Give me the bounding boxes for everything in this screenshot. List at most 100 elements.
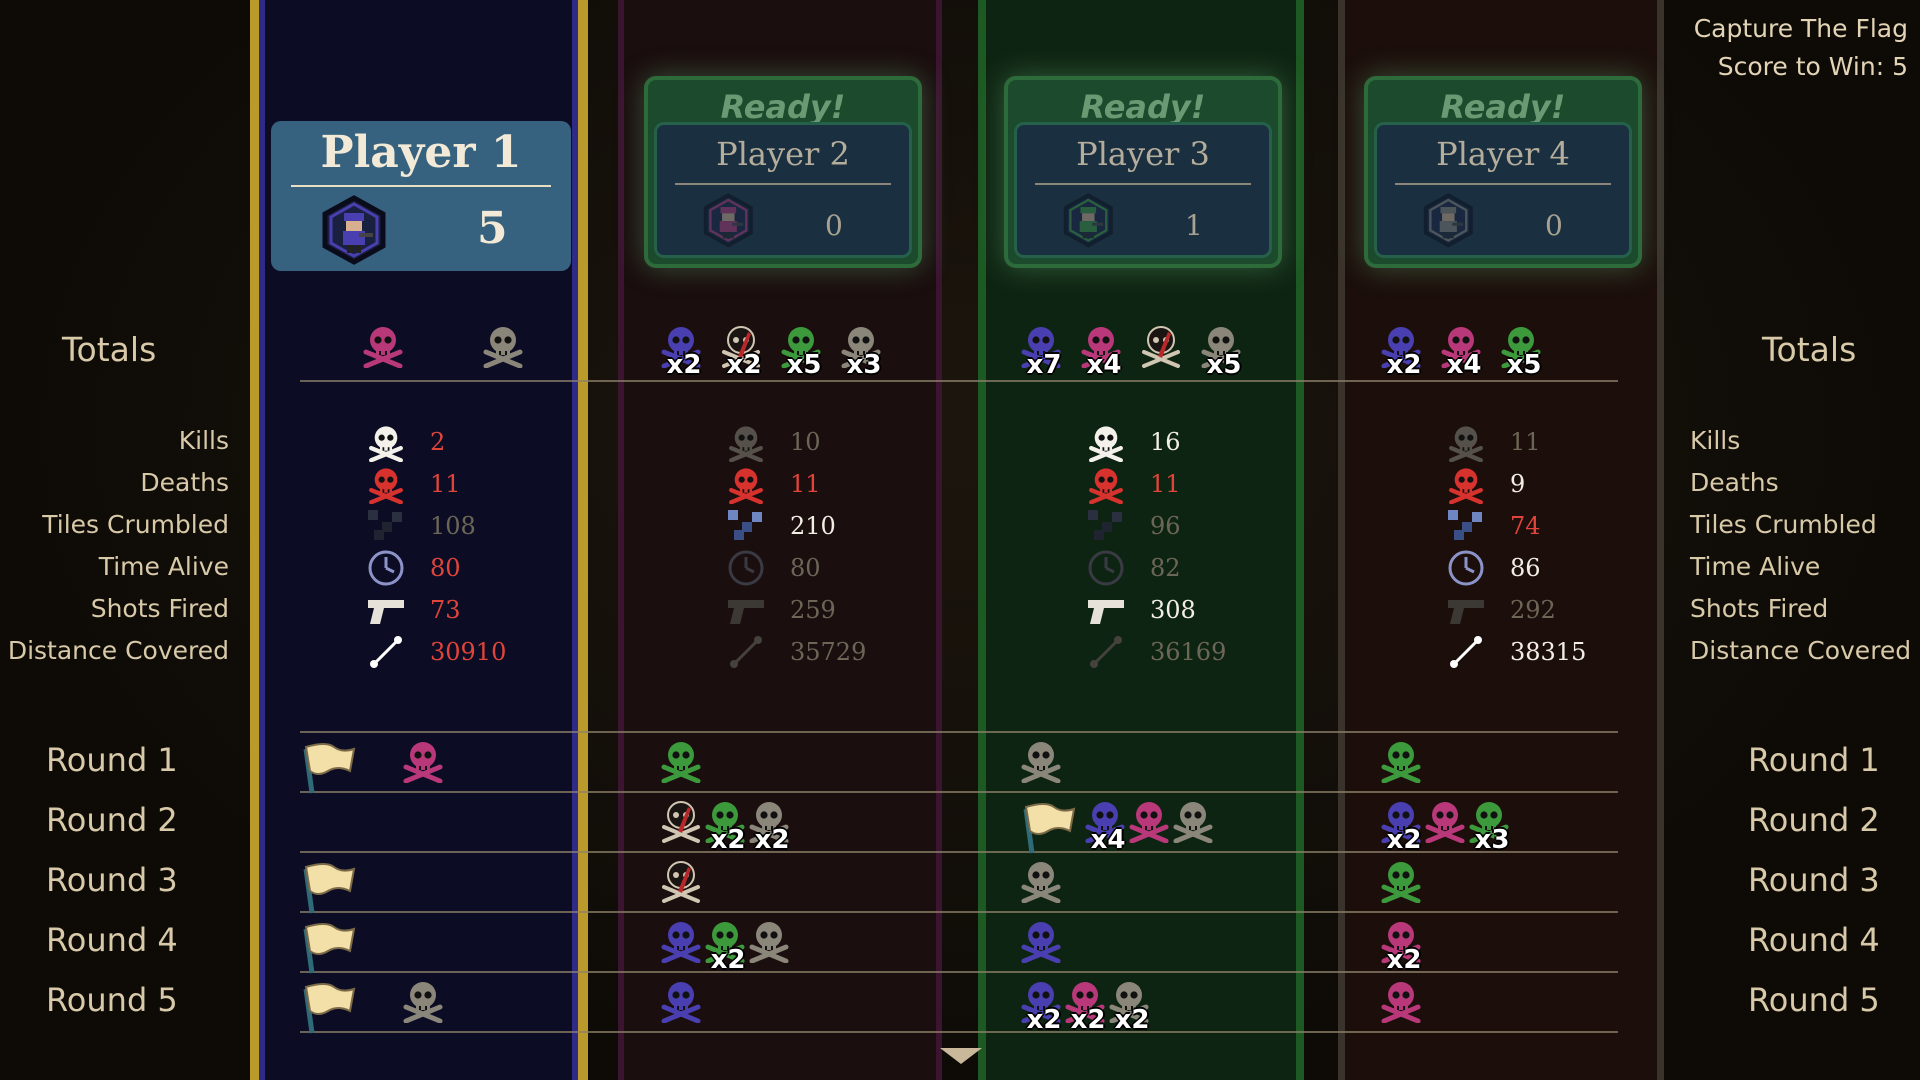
scroll-down-chevron-icon[interactable] <box>940 1046 982 1066</box>
totals-divider <box>300 380 1618 382</box>
stat-row: 82 <box>1084 550 1181 586</box>
magenta-skull-icon <box>1378 977 1430 1031</box>
stat-value: 30910 <box>430 638 507 666</box>
kill-multiplier: x5 <box>1506 350 1542 380</box>
stat-value: 292 <box>1510 596 1556 624</box>
clock-icon <box>364 548 408 588</box>
green-skull-icon: x3 <box>1466 797 1518 855</box>
stat-row: 74 <box>1444 508 1541 544</box>
purple-skull-icon <box>658 977 710 1031</box>
player-score: 0 <box>1545 209 1563 242</box>
magenta-skull-icon <box>400 737 452 791</box>
round-label-right: Round 5 <box>1748 981 1880 1019</box>
player-name: Player 4 <box>1436 135 1570 173</box>
self-kill-skull-icon <box>658 857 710 911</box>
self-kill-skull-icon <box>1138 322 1190 376</box>
purple-skull-icon <box>1018 917 1070 971</box>
kill-multiplier: x2 <box>1386 350 1422 380</box>
round-label-left: Round 4 <box>46 921 178 959</box>
distance-icon <box>1084 632 1128 672</box>
ready-status: Ready! <box>1080 88 1206 126</box>
player-name: Player 2 <box>716 135 850 173</box>
player2-column-border-left <box>618 0 624 1080</box>
stat-value: 11 <box>1510 428 1541 456</box>
player1-column-border-left <box>250 0 259 1080</box>
stat-value: 259 <box>790 596 836 624</box>
grey-skull-icon <box>1018 737 1070 791</box>
grey-skull-icon: x2 <box>746 797 798 855</box>
stat-row: 10 <box>724 422 821 462</box>
clock-icon <box>724 548 768 588</box>
stat-value: 108 <box>430 512 476 540</box>
stat-row: 11 <box>364 466 461 504</box>
player-card-inner: Player 2 0 <box>654 122 912 258</box>
stat-row: 30910 <box>364 634 506 670</box>
tiles-icon <box>1444 506 1488 546</box>
green-skull-icon <box>658 737 710 791</box>
stat-value: 80 <box>790 554 821 582</box>
player-name: Player 1 <box>320 127 522 178</box>
stat-label-left: Tiles Crumbled <box>42 510 229 539</box>
pistol-icon <box>1084 590 1128 630</box>
kill-multiplier: x5 <box>786 350 822 380</box>
kill-multiplier: x4 <box>1086 350 1122 380</box>
stat-value: 2 <box>430 428 446 456</box>
stat-row: 11 <box>1084 466 1181 504</box>
grey-skull-icon <box>400 977 452 1031</box>
player2-column-border-right <box>936 0 942 1080</box>
kill-multiplier: x3 <box>1474 825 1510 855</box>
tiles-icon <box>1084 506 1128 546</box>
pistol-icon <box>364 590 408 630</box>
player-score: 1 <box>1185 209 1203 242</box>
totals-label-right: Totals <box>1762 330 1857 369</box>
clock-icon <box>1444 548 1488 588</box>
skull-icon <box>724 422 768 462</box>
green-skull-icon <box>1378 737 1430 791</box>
capture-flag-icon <box>298 979 358 1035</box>
tiles-icon <box>364 506 408 546</box>
purple-skull-icon: x2 <box>1378 322 1430 380</box>
capture-flag-icon <box>298 739 358 795</box>
stat-row: 308 <box>1084 592 1196 628</box>
purple-skull-icon: x7 <box>1018 322 1070 380</box>
player-card-inner: Player 4 0 <box>1374 122 1632 258</box>
grey-skull-icon <box>746 917 798 971</box>
stat-row: 80 <box>724 550 821 586</box>
stat-label-left: Time Alive <box>98 552 229 581</box>
stat-value: 11 <box>430 470 461 498</box>
stat-row: 38315 <box>1444 634 1586 670</box>
kill-multiplier: x2 <box>666 350 702 380</box>
skull-icon <box>1444 422 1488 462</box>
magenta-skull-icon: x4 <box>1078 322 1130 380</box>
skull-icon <box>1084 422 1128 462</box>
stat-value: 210 <box>790 512 836 540</box>
magenta-skull-icon: x2 <box>1378 917 1430 975</box>
pistol-icon <box>724 590 768 630</box>
capture-flag-icon <box>298 919 358 975</box>
stat-row: 108 <box>364 508 476 544</box>
green-skull-icon <box>1378 857 1430 911</box>
kill-multiplier: x3 <box>846 350 882 380</box>
player-card-inner: Player 3 1 <box>1014 122 1272 258</box>
ready-status: Ready! <box>1440 88 1566 126</box>
stat-row: 2 <box>364 424 446 462</box>
stat-value: 16 <box>1150 428 1181 456</box>
player1-card: Player 1 5 <box>271 121 571 271</box>
stat-value: 74 <box>1510 512 1541 540</box>
stat-row: 36169 <box>1084 634 1226 670</box>
stat-label-left: Shots Fired <box>90 594 229 623</box>
stat-label-right: Deaths <box>1690 468 1779 497</box>
player1-column-border-right <box>578 0 588 1080</box>
stat-value: 9 <box>1510 470 1526 498</box>
stat-row: 73 <box>364 592 461 628</box>
kill-multiplier: x2 <box>1114 1005 1150 1035</box>
stat-row: 292 <box>1444 592 1556 628</box>
stat-label-right: Distance Covered <box>1690 636 1912 665</box>
green-skull-icon: x5 <box>1498 322 1550 380</box>
player1-column-inner-left <box>259 0 265 1080</box>
kill-multiplier: x2 <box>726 350 762 380</box>
green-skull-icon: x5 <box>778 322 830 380</box>
red-skull-icon <box>1444 464 1488 504</box>
stat-row: 11 <box>724 466 821 504</box>
player-ready-card: Ready! Player 4 0 <box>1364 76 1642 268</box>
